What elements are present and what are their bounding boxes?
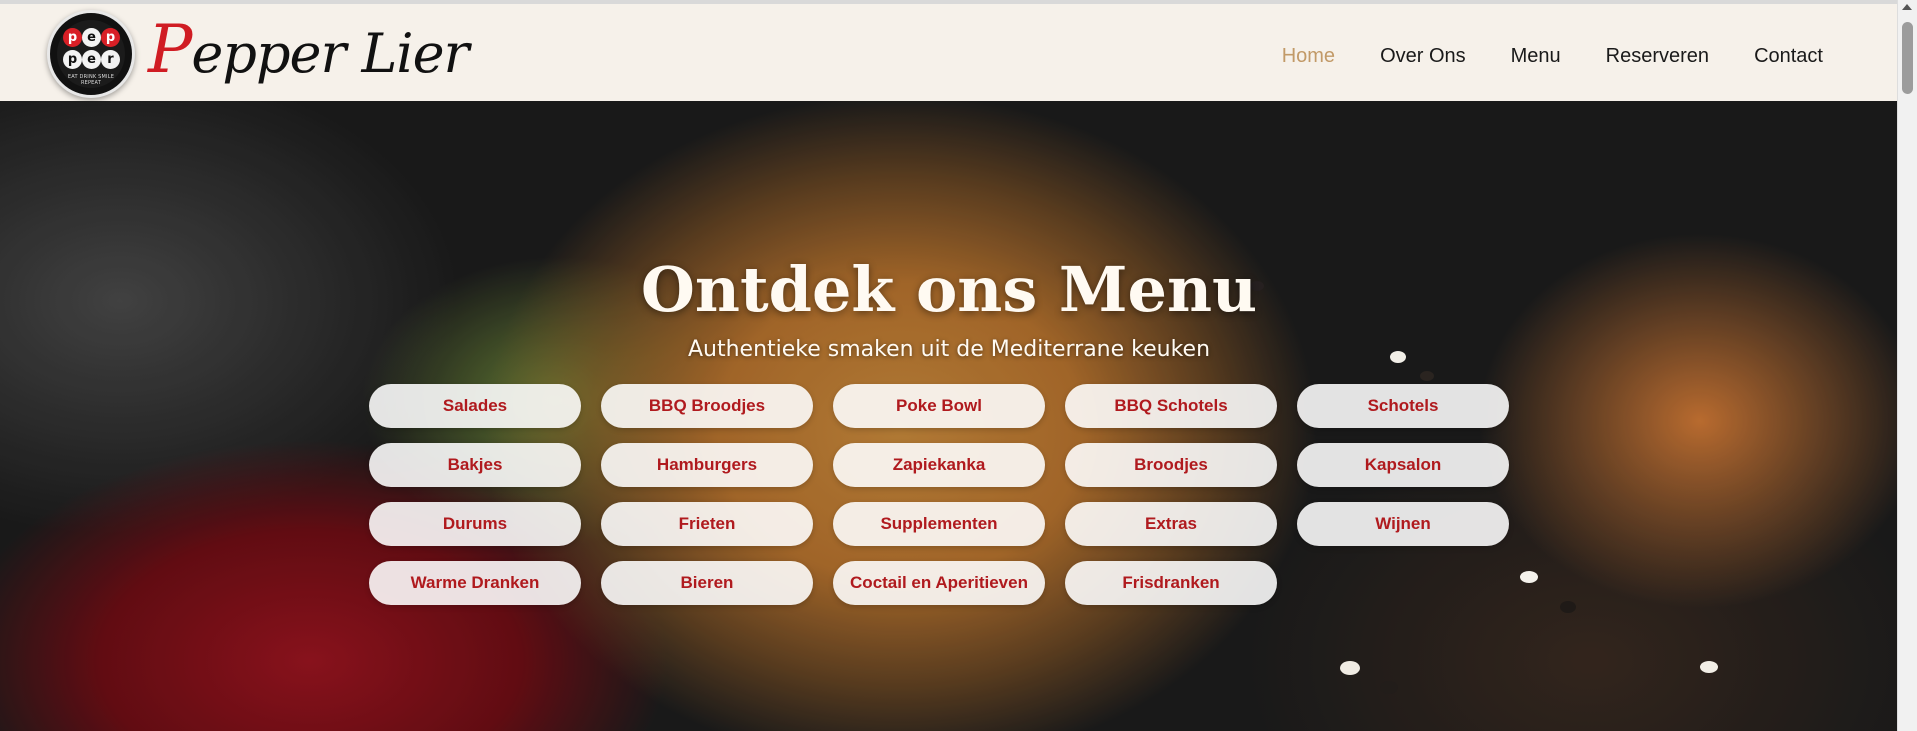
category-button-kapsalon[interactable]: Kapsalon [1297,443,1509,487]
logo-badge[interactable]: p e p p e r EAT DRINK SMILE REPEAT [47,10,135,98]
category-button-bieren[interactable]: Bieren [601,561,813,605]
category-button-bbq-broodjes[interactable]: BBQ Broodjes [601,384,813,428]
category-button-wijnen[interactable]: Wijnen [1297,502,1509,546]
menu-category-grid: Salades BBQ Broodjes Poke Bowl BBQ Schot… [369,384,1511,605]
hero-section: Ontdek ons Menu Authentieke smaken uit d… [0,101,1898,731]
main-nav: Home Over Ons Menu Reserveren Contact [1237,44,1823,68]
category-button-bakjes[interactable]: Bakjes [369,443,581,487]
nav-item-menu[interactable]: Menu [1511,44,1561,68]
brand-initial: P [148,11,192,88]
category-button-zapiekanka[interactable]: Zapiekanka [833,443,1045,487]
scroll-up-arrow-icon[interactable] [1902,4,1912,10]
category-button-supplementen[interactable]: Supplementen [833,502,1045,546]
category-button-coctail-en-aperitieven[interactable]: Coctail en Aperitieven [833,561,1045,605]
category-button-frisdranken[interactable]: Frisdranken [1065,561,1277,605]
category-button-schotels[interactable]: Schotels [1297,384,1509,428]
category-button-salades[interactable]: Salades [369,384,581,428]
food-texture-seed [1520,571,1538,583]
page-scrollbar[interactable] [1897,0,1917,731]
logo-letter: r [101,50,120,69]
category-button-hamburgers[interactable]: Hamburgers [601,443,813,487]
food-texture-seed [1340,661,1360,675]
logo-letter: p [101,28,120,47]
page-title: Ontdek ons Menu [640,252,1258,326]
category-button-durums[interactable]: Durums [369,502,581,546]
logo-letter: p [63,28,82,47]
food-texture-seed [1380,681,1398,694]
nav-item-over-ons[interactable]: Over Ons [1380,44,1466,68]
scrollbar-thumb[interactable] [1902,22,1913,94]
food-texture-seed [1560,601,1576,613]
category-button-frieten[interactable]: Frieten [601,502,813,546]
logo-letter: e [82,50,101,69]
nav-item-contact[interactable]: Contact [1754,44,1823,68]
brand-rest: epper Lier [191,22,469,85]
category-button-broodjes[interactable]: Broodjes [1065,443,1277,487]
category-button-poke-bowl[interactable]: Poke Bowl [833,384,1045,428]
page-subtitle: Authentieke smaken uit de Mediterrane ke… [687,337,1211,362]
category-button-extras[interactable]: Extras [1065,502,1277,546]
logo-tagline: EAT DRINK SMILE REPEAT [67,74,115,86]
food-texture-seed [1700,661,1718,673]
brand-name[interactable]: Pepper Lier [148,11,469,88]
logo-letter: e [82,28,101,47]
category-button-bbq-schotels[interactable]: BBQ Schotels [1065,384,1277,428]
logo-letter: p [63,50,82,69]
nav-item-reserveren[interactable]: Reserveren [1606,44,1709,68]
logo-inner: p e p p e r EAT DRINK SMILE REPEAT [57,20,125,88]
site-header: p e p p e r EAT DRINK SMILE REPEAT Peppe… [0,4,1898,102]
food-texture-seed [1420,371,1434,381]
nav-item-home[interactable]: Home [1282,44,1335,68]
category-button-warme-dranken[interactable]: Warme Dranken [369,561,581,605]
